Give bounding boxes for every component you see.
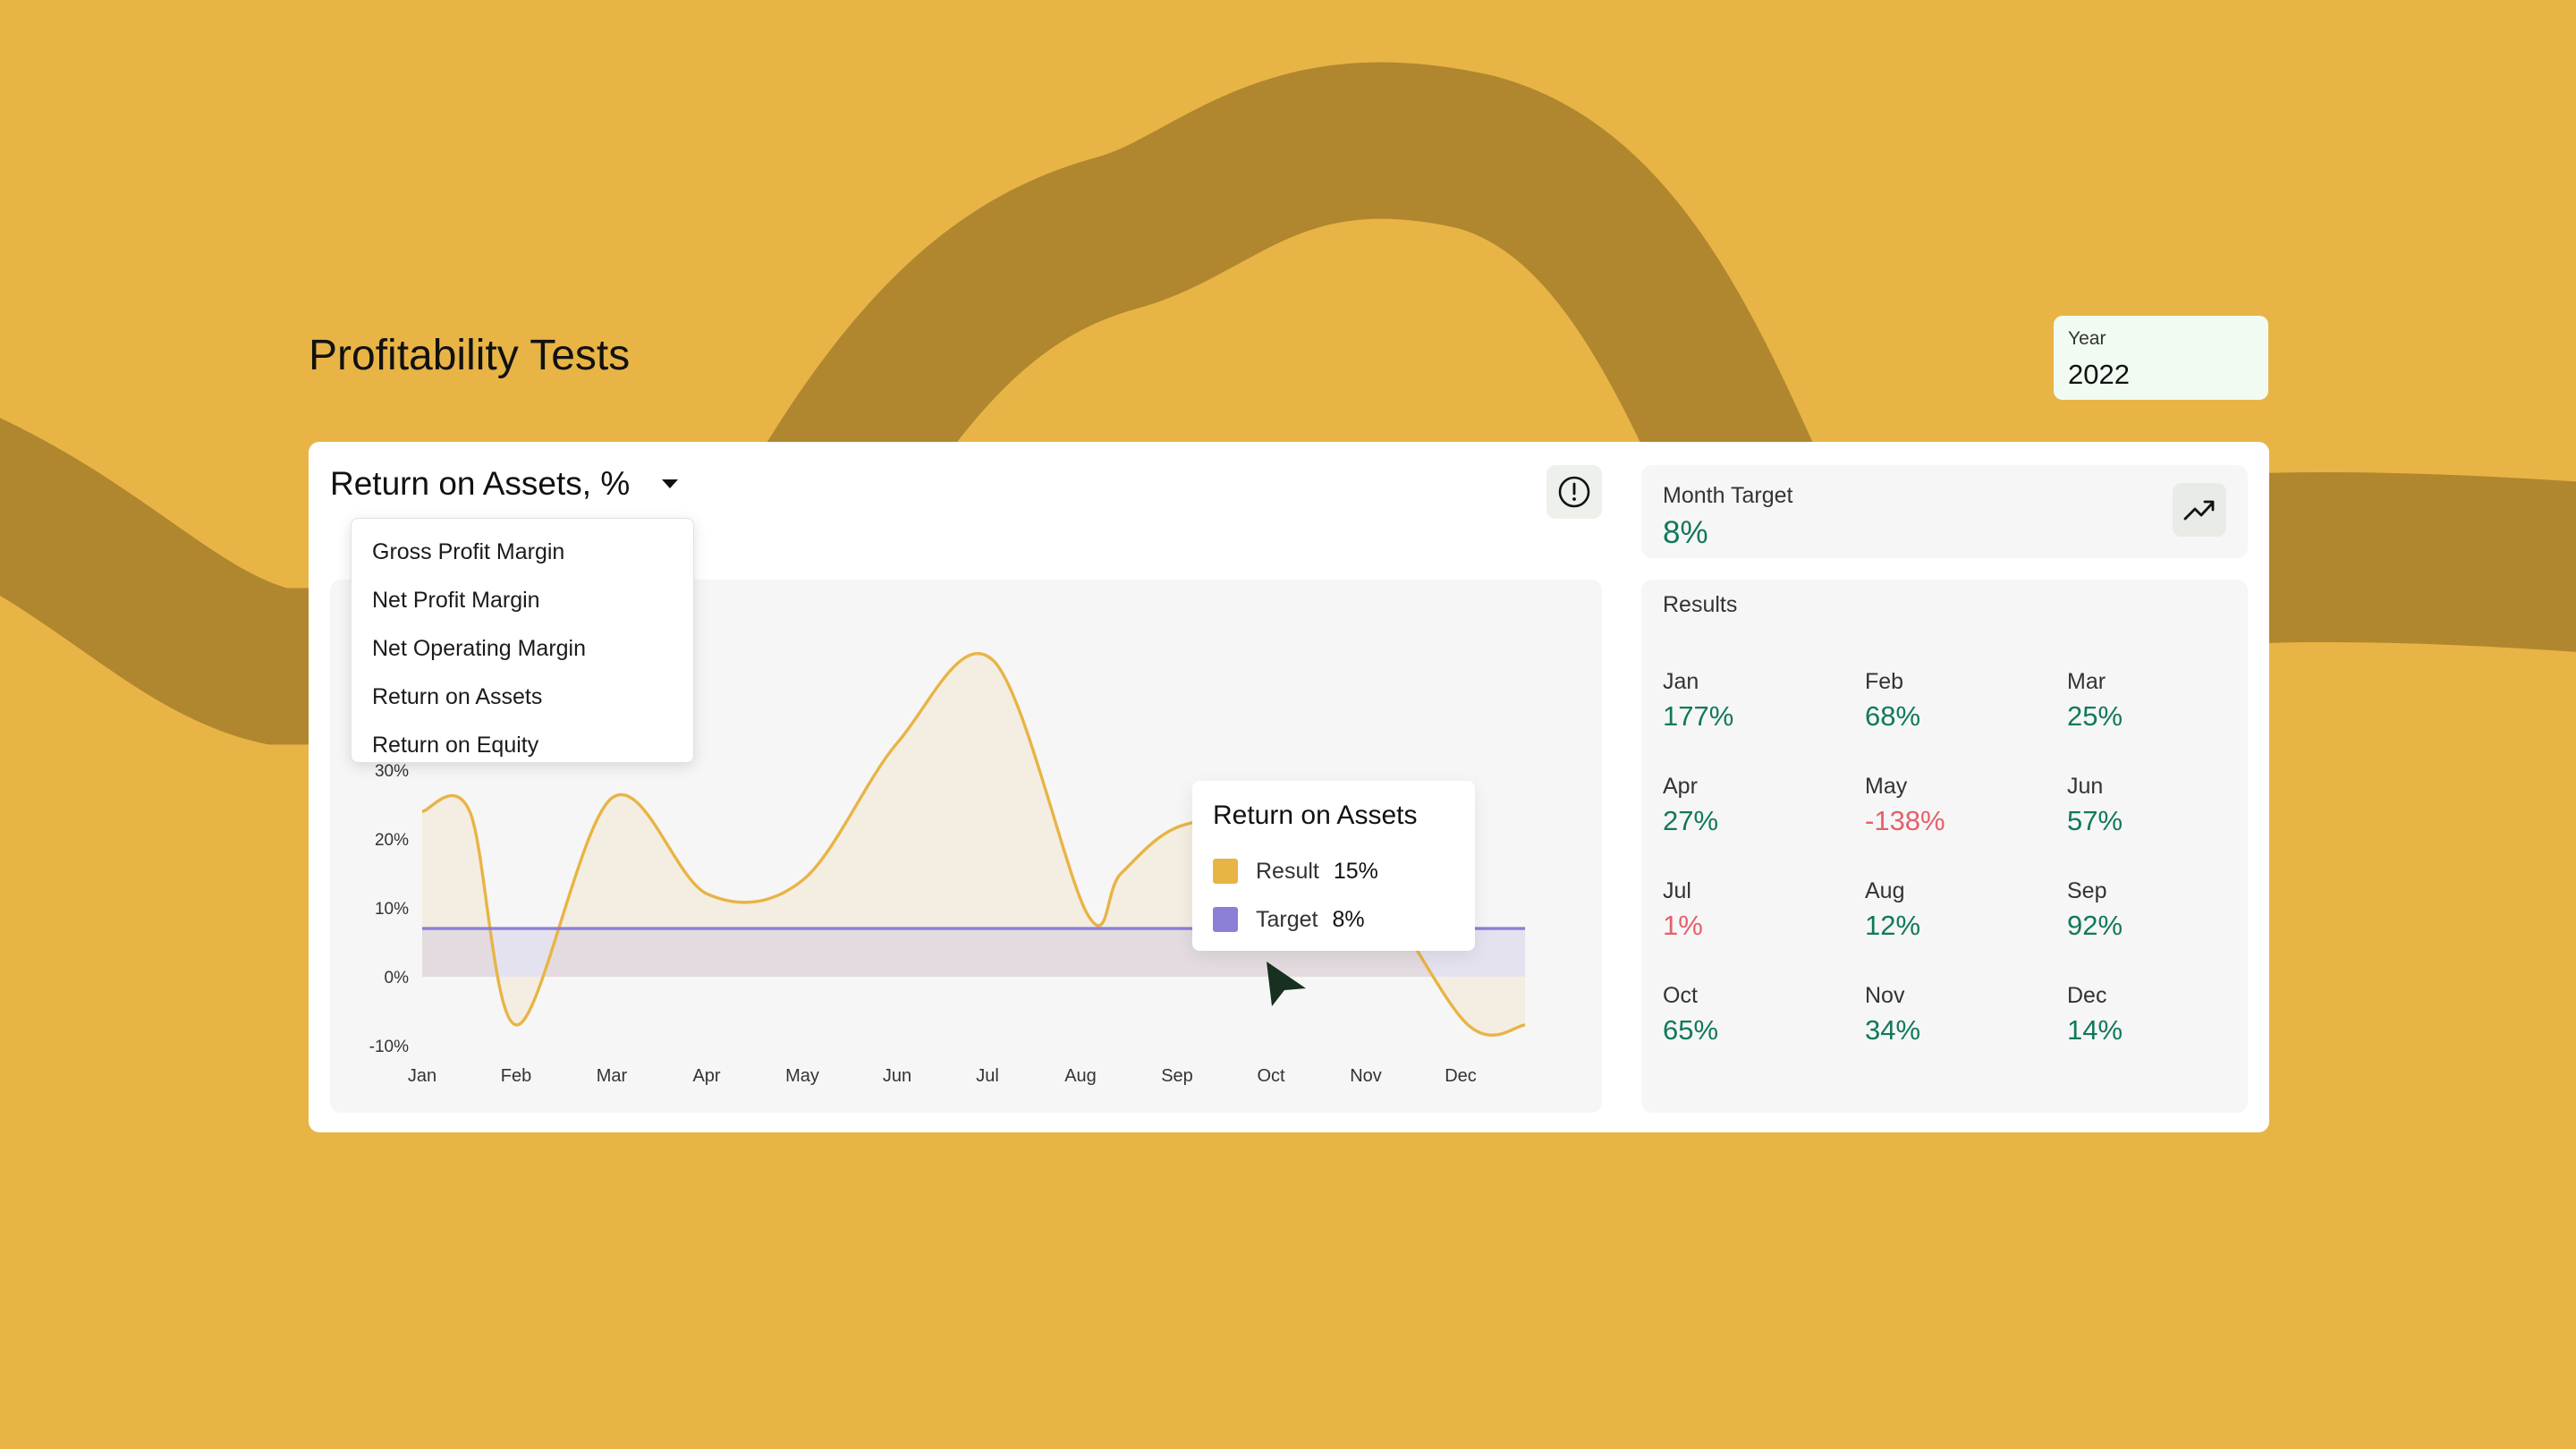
tooltip-target-value: 8%: [1332, 906, 1365, 932]
chart-tooltip: Return on Assets Result 15% Target 8%: [1192, 781, 1475, 951]
x-tick-label: Jul: [976, 1066, 999, 1086]
result-month-label: Jun: [2067, 774, 2104, 799]
tooltip-row-target: Target 8%: [1213, 895, 1454, 944]
result-cell-sep: Sep 92%: [2067, 878, 2246, 942]
result-value: 27%: [1663, 805, 1719, 836]
result-cell-dec: Dec 14%: [2067, 983, 2246, 1046]
result-month-label: Sep: [2067, 878, 2107, 903]
metric-dropdown-menu: Gross Profit Margin Net Profit Margin Ne…: [351, 518, 694, 763]
result-value: 34%: [1865, 1014, 1921, 1046]
result-month-label: Oct: [1663, 983, 1698, 1008]
y-tick-label: 0%: [385, 969, 410, 987]
x-tick-label: Aug: [1064, 1066, 1097, 1086]
trend-button[interactable]: [2173, 483, 2226, 537]
year-label: Year: [2068, 328, 2106, 349]
tooltip-title: Return on Assets: [1213, 801, 1418, 830]
tooltip-target-label: Target: [1256, 906, 1318, 932]
y-tick-label: 20%: [375, 831, 409, 850]
result-month-label: May: [1865, 774, 1908, 799]
x-tick-label: May: [785, 1066, 819, 1086]
result-value: 68%: [1865, 700, 1921, 732]
result-month-label: Nov: [1865, 983, 1905, 1008]
caret-down-icon[interactable]: [662, 479, 679, 488]
info-button[interactable]: [1546, 465, 1602, 519]
month-target-value: 8%: [1663, 515, 1708, 550]
result-cell-aug: Aug 12%: [1865, 878, 2044, 942]
result-swatch: [1213, 859, 1238, 884]
cursor-arrow-icon: [1267, 962, 1306, 1006]
x-tick-label: Oct: [1257, 1066, 1285, 1086]
x-tick-label: Jun: [883, 1066, 911, 1086]
result-cell-oct: Oct 65%: [1663, 983, 1842, 1046]
alert-circle-icon: [1558, 476, 1590, 508]
result-cell-feb: Feb 68%: [1865, 669, 2044, 733]
result-cell-may: May -138%: [1865, 774, 2044, 837]
month-target-panel: Month Target 8%: [1641, 465, 2248, 558]
trending-up-icon: [2183, 500, 2215, 521]
result-cell-mar: Mar 25%: [2067, 669, 2246, 733]
x-tick-label: Feb: [501, 1066, 531, 1086]
year-value: 2022: [2068, 359, 2130, 390]
dropdown-item-return-on-equity[interactable]: Return on Equity: [352, 721, 693, 769]
target-swatch: [1213, 907, 1238, 932]
result-cell-jan: Jan 177%: [1663, 669, 1842, 733]
metric-title: Return on Assets, %: [330, 465, 631, 502]
x-tick-label: Apr: [692, 1066, 720, 1086]
result-cell-jul: Jul 1%: [1663, 878, 1842, 942]
dashboard-card: Return on Assets, % -10% 0% 10% 20% 30% Jan Fe…: [309, 442, 2269, 1132]
y-tick-label: 10%: [375, 900, 409, 919]
y-tick-label: -10%: [369, 1038, 409, 1056]
page-title: Profitability Tests: [309, 332, 631, 379]
x-tick-label: Nov: [1350, 1066, 1382, 1086]
dropdown-item-return-on-assets[interactable]: Return on Assets: [352, 673, 693, 721]
dropdown-item-net-operating-margin[interactable]: Net Operating Margin: [352, 624, 693, 673]
result-cell-apr: Apr 27%: [1663, 774, 1842, 837]
x-tick-label: Mar: [597, 1066, 628, 1086]
tooltip-result-label: Result: [1256, 858, 1319, 884]
results-panel: Results Jan 177% Feb 68% Mar 25% Apr 27% May -138…: [1641, 580, 2248, 1113]
result-month-label: Feb: [1865, 669, 1904, 694]
result-value: 12%: [1865, 910, 1921, 941]
result-cell-jun: Jun 57%: [2067, 774, 2246, 837]
result-value: 65%: [1663, 1014, 1719, 1046]
result-month-label: Mar: [2067, 669, 2106, 694]
x-tick-label: Dec: [1445, 1066, 1477, 1086]
result-month-label: Jul: [1663, 878, 1691, 903]
metric-dropdown-trigger[interactable]: Return on Assets, %: [330, 465, 679, 503]
result-month-label: Apr: [1663, 774, 1698, 799]
result-month-label: Jan: [1663, 669, 1699, 694]
result-month-label: Aug: [1865, 878, 1905, 903]
tooltip-row-result: Result 15%: [1213, 847, 1454, 895]
x-tick-label: Sep: [1161, 1066, 1193, 1086]
result-cell-nov: Nov 34%: [1865, 983, 2044, 1046]
dropdown-item-net-profit-margin[interactable]: Net Profit Margin: [352, 576, 693, 624]
result-value: 1%: [1663, 910, 1703, 941]
results-label: Results: [1663, 592, 1738, 617]
dropdown-item-gross-profit-margin[interactable]: Gross Profit Margin: [352, 528, 693, 576]
tooltip-result-value: 15%: [1333, 858, 1378, 884]
result-value: 92%: [2067, 910, 2123, 941]
result-month-label: Dec: [2067, 983, 2107, 1008]
result-value: 177%: [1663, 700, 1734, 732]
year-selector[interactable]: Year 2022: [2054, 316, 2268, 400]
month-target-label: Month Target: [1663, 483, 1793, 508]
result-value: 57%: [2067, 805, 2123, 836]
result-value: 14%: [2067, 1014, 2123, 1046]
x-tick-label: Jan: [408, 1066, 436, 1086]
result-value: 25%: [2067, 700, 2123, 732]
result-value: -138%: [1865, 805, 1945, 836]
